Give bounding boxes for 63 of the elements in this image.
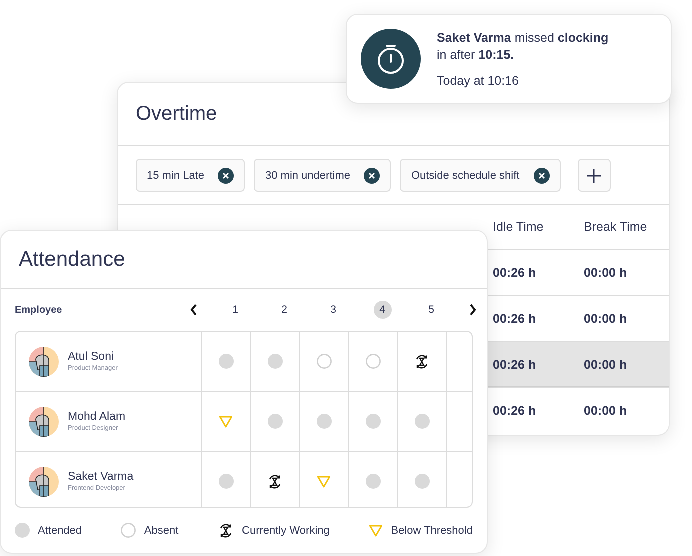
avatar-icon [29, 466, 59, 497]
day-number[interactable]: 5 [422, 301, 440, 320]
table-cell-text: 00:26 h [493, 358, 538, 372]
sync-hourglass-icon [218, 522, 234, 539]
column-header[interactable]: Break Time [584, 220, 648, 234]
close-icon [538, 172, 546, 180]
employee-name: Mohd Alam [68, 411, 126, 424]
add-button[interactable] [578, 159, 611, 192]
avatar-icon [29, 406, 59, 437]
employee-name: Saket Varma [68, 471, 134, 484]
triangle-warning-icon [369, 524, 384, 537]
table-row[interactable]: 00:26 h 00:00 h [488, 342, 669, 387]
close-button[interactable] [534, 168, 550, 184]
day-number[interactable]: 1 [226, 301, 244, 320]
employee-name: Atul Soni [68, 351, 116, 364]
filter-chip[interactable]: Outside schedule shift [400, 159, 561, 192]
chip-label: 30 min undertime [265, 170, 350, 182]
table-cell-text: 00:00 h [584, 358, 628, 372]
attended-dot-icon [414, 414, 430, 430]
attended-dot-icon [218, 474, 234, 490]
triangle-warning-icon [317, 476, 331, 488]
attended-dot-icon [316, 414, 332, 430]
stopwatch-icon [361, 29, 421, 89]
filter-chip[interactable]: 30 min undertime [254, 159, 392, 192]
legend-label: Attended [38, 524, 82, 537]
card-title: Attendance [1, 231, 487, 289]
day-number[interactable]: 3 [324, 301, 342, 320]
attended-dot-icon [218, 354, 234, 370]
legend-label: Currently Working [242, 524, 330, 537]
notification-message: Saket Varma missed clocking in after 10:15. [437, 30, 610, 64]
column-header[interactable]: Idle Time [493, 220, 544, 234]
triangle-warning-icon [219, 416, 233, 428]
table-cell-text: 00:26 h [493, 266, 538, 280]
attended-dot-icon [366, 414, 380, 430]
day-number[interactable]: 4 [374, 301, 392, 320]
plus-icon [586, 168, 602, 184]
attended-dot-icon [268, 414, 282, 430]
close-button[interactable] [364, 168, 380, 184]
absent-circle-icon [121, 523, 136, 538]
attended-dot-icon [366, 474, 380, 490]
chip-label: Outside schedule shift [411, 170, 520, 182]
attended-dot-icon [268, 354, 282, 370]
table-cell-text: 00:26 h [493, 404, 538, 418]
absent-circle-icon [316, 354, 332, 370]
column-header: Employee [15, 304, 64, 316]
sync-hourglass-icon [267, 474, 283, 490]
attended-dot-icon [15, 523, 30, 538]
day-number[interactable]: 2 [276, 301, 294, 320]
table-cell-text: 00:00 h [584, 312, 628, 326]
absent-circle-icon [366, 354, 380, 370]
chip-label: 15 min Late [147, 170, 204, 182]
close-icon [222, 172, 230, 180]
legend-label: Below Threshold [391, 524, 473, 537]
filter-chip[interactable]: 15 min Late [136, 159, 246, 192]
table-cell-text: 00:26 h [493, 312, 538, 326]
table-cell-text: 00:00 h [584, 404, 628, 418]
attended-dot-icon [414, 474, 430, 490]
sync-hourglass-icon [414, 354, 430, 370]
close-icon [368, 172, 376, 180]
table-cell-text: 00:00 h [584, 266, 628, 280]
legend-label: Absent [144, 524, 179, 537]
close-button[interactable] [218, 168, 234, 184]
avatar-icon [29, 346, 59, 377]
